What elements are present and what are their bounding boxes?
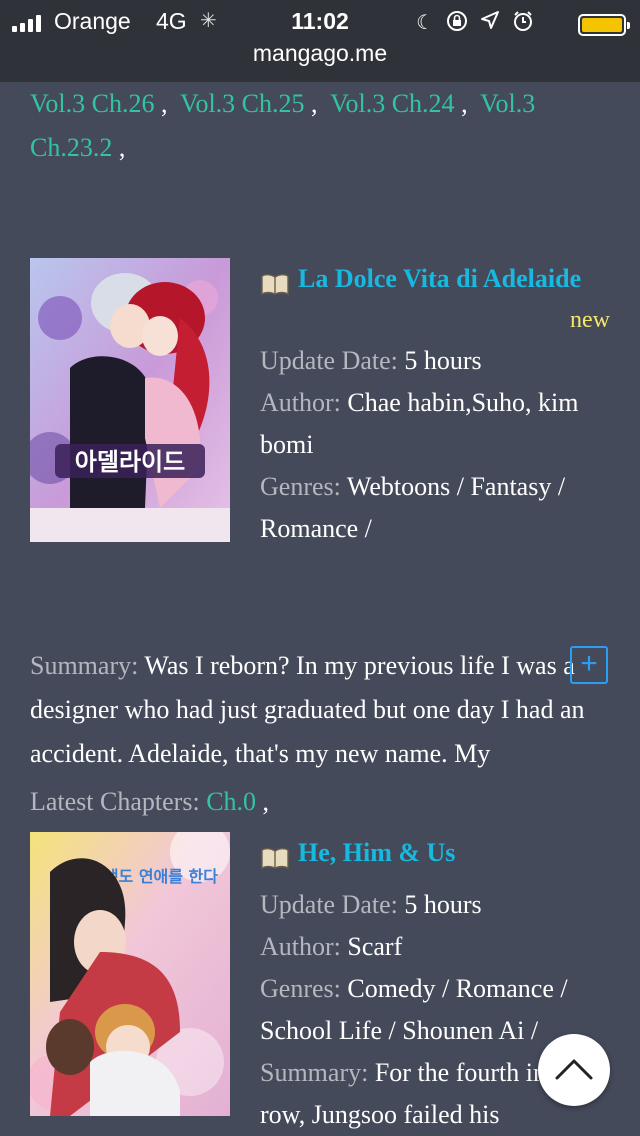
update-date-value: 5 hours	[404, 890, 482, 919]
author-label: Author:	[260, 932, 341, 961]
genres-label: Genres:	[260, 472, 341, 501]
location-icon	[480, 10, 500, 38]
book-icon	[260, 841, 290, 870]
update-date-value: 5 hours	[404, 346, 482, 375]
update-date-label: Update Date:	[260, 346, 398, 375]
chapter-link[interactable]: Vol.3 Ch.24	[330, 89, 455, 118]
chevron-up-icon	[555, 1059, 593, 1080]
url-bar[interactable]: mangago.me	[0, 40, 640, 67]
chapter-separator: ,	[304, 89, 318, 118]
browser-top-bar: Orange 4G ✳ 11:02 ☾ mangago.me	[0, 0, 640, 82]
scroll-to-top-button[interactable]	[538, 1034, 610, 1106]
alarm-icon	[512, 10, 534, 38]
author-row: Author: Scarf	[260, 926, 610, 968]
status-time: 11:02	[291, 8, 349, 34]
update-date-row: Update Date: 5 hours	[260, 884, 610, 926]
latest-chapters-label: Latest Chapters:	[30, 787, 200, 816]
expand-summary-button[interactable]: +	[570, 646, 608, 684]
battery-level	[582, 18, 622, 32]
genres-label: Genres:	[260, 974, 341, 1003]
author-label: Author:	[260, 388, 341, 417]
genres-row: Genres: Webtoons / Fantasy / Romance /	[260, 466, 610, 550]
previous-entry-chapters: Vol.3 Ch.26 , Vol.3 Ch.25 , Vol.3 Ch.24 …	[30, 82, 610, 170]
chapter-separator: ,	[154, 89, 168, 118]
summary-label: Summary:	[260, 1058, 369, 1087]
battery-icon	[578, 14, 630, 36]
status-icons: ☾	[416, 10, 534, 38]
author-value: Scarf	[347, 932, 403, 961]
status-bar: Orange 4G ✳ 11:02 ☾	[0, 6, 640, 36]
manga-info: La Dolce Vita di Adelaide new Update Dat…	[260, 258, 610, 550]
chapter-separator: ,	[112, 133, 126, 162]
author-row: Author: Chae habin,Suho, kim bomi	[260, 382, 610, 466]
update-date-row: Update Date: 5 hours	[260, 340, 610, 382]
latest-chapters-row: Latest Chapters: Ch.0 ,	[30, 780, 610, 824]
summary-label: Summary:	[30, 651, 139, 680]
cover-title-text: 아델라이드	[75, 448, 185, 476]
chapter-link[interactable]: Ch.0	[206, 787, 256, 816]
chapter-link[interactable]: Vol.3 Ch.25	[180, 89, 305, 118]
manga-cover-image[interactable]: 아델라이드	[30, 258, 230, 542]
manga-title-link[interactable]: La Dolce Vita di Adelaide	[298, 258, 581, 300]
summary-block: Summary: Was I reborn? In my previous li…	[30, 644, 610, 776]
chapter-separator: ,	[454, 89, 468, 118]
update-date-label: Update Date:	[260, 890, 398, 919]
manga-cover-image[interactable]: 4수생도 연애를 한다	[30, 832, 230, 1116]
moon-icon: ☾	[416, 12, 434, 34]
manga-title-link[interactable]: He, Him & Us	[298, 832, 455, 874]
chapter-separator: ,	[256, 787, 270, 816]
new-badge: new	[570, 307, 610, 333]
chapter-link[interactable]: Vol.3 Ch.26	[30, 89, 155, 118]
orientation-lock-icon	[446, 10, 468, 38]
book-icon	[260, 267, 290, 296]
